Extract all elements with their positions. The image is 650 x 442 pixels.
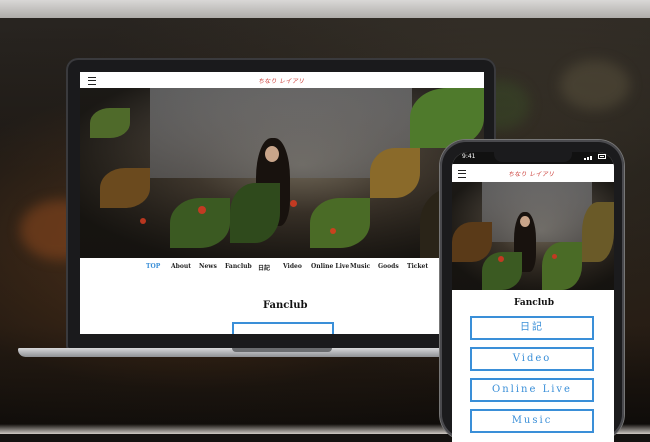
hero-face xyxy=(520,216,530,227)
background-foliage xyxy=(560,60,630,110)
hero-leaf xyxy=(100,168,150,208)
phone-status-bar: 9:41 xyxy=(452,152,614,164)
laptop-screen: ちなり レイアリ TOP About News Fanclub 日記 Video… xyxy=(80,72,484,334)
nav-item-music[interactable]: Music xyxy=(350,263,370,270)
phone-button-diary[interactable]: 日記 xyxy=(470,316,594,340)
site-logo[interactable]: ちなり レイアリ xyxy=(508,169,554,178)
hero-leaf xyxy=(310,198,370,248)
nav-item-goods[interactable]: Goods xyxy=(378,263,399,270)
nav-item-diary[interactable]: 日記 xyxy=(258,263,270,272)
logo-text: ちなり レイアリ xyxy=(508,171,555,178)
hero-leaf xyxy=(230,183,280,243)
laptop-nav-bar: TOP About News Fanclub 日記 Video Online L… xyxy=(80,258,484,276)
phone-hero-image xyxy=(452,182,614,290)
hero-flower xyxy=(552,254,557,259)
hero-leaf xyxy=(542,242,582,290)
phone-button-online-live[interactable]: Online Live xyxy=(470,378,594,402)
signal-icon xyxy=(590,156,592,160)
phone-section-title: Fanclub xyxy=(514,298,555,308)
phone-notch xyxy=(494,152,572,162)
hero-flower xyxy=(140,218,146,224)
nav-item-fanclub[interactable]: Fanclub xyxy=(225,263,252,270)
nav-item-video[interactable]: Video xyxy=(283,263,302,270)
signal-icon xyxy=(587,157,589,160)
hero-face xyxy=(265,146,279,162)
phone-site-header: ちなり レイアリ xyxy=(452,164,614,182)
status-icons xyxy=(584,154,606,160)
nav-item-news[interactable]: News xyxy=(199,263,217,270)
phone-button-music[interactable]: Music xyxy=(470,409,594,433)
laptop-section-title: Fanclub xyxy=(263,300,308,311)
background-top-strip xyxy=(0,0,650,18)
logo-text: ちなり レイアリ xyxy=(258,78,305,85)
site-logo[interactable]: ちなり レイアリ xyxy=(258,76,304,85)
laptop-fanclub-button[interactable] xyxy=(232,322,334,334)
hero-leaf xyxy=(452,222,492,262)
hero-leaf xyxy=(410,88,484,148)
hero-flower xyxy=(290,200,297,207)
status-time: 9:41 xyxy=(462,153,476,160)
phone-button-video[interactable]: Video xyxy=(470,347,594,371)
hero-leaf xyxy=(90,108,130,138)
laptop-site-header: ちなり レイアリ xyxy=(80,72,484,88)
laptop-hinge-notch xyxy=(232,348,332,352)
hero-wall xyxy=(482,182,592,242)
nav-item-about[interactable]: About xyxy=(171,263,191,270)
signal-icon xyxy=(584,158,586,160)
laptop-hero-image xyxy=(80,88,484,260)
hero-flower xyxy=(498,256,504,262)
hero-flower xyxy=(330,228,336,234)
nav-item-online-live[interactable]: Online Live xyxy=(311,263,349,270)
nav-item-ticket[interactable]: Ticket xyxy=(407,263,428,270)
nav-item-top[interactable]: TOP xyxy=(146,263,160,270)
menu-icon[interactable] xyxy=(88,77,96,85)
hero-flower xyxy=(198,206,206,214)
phone-screen: 9:41 ちなり レイアリ Fanclub 日記 Video Online Li… xyxy=(452,152,614,442)
hero-leaf xyxy=(370,148,420,198)
battery-icon xyxy=(598,154,606,159)
menu-icon[interactable] xyxy=(458,170,466,178)
hero-leaf xyxy=(582,202,614,262)
